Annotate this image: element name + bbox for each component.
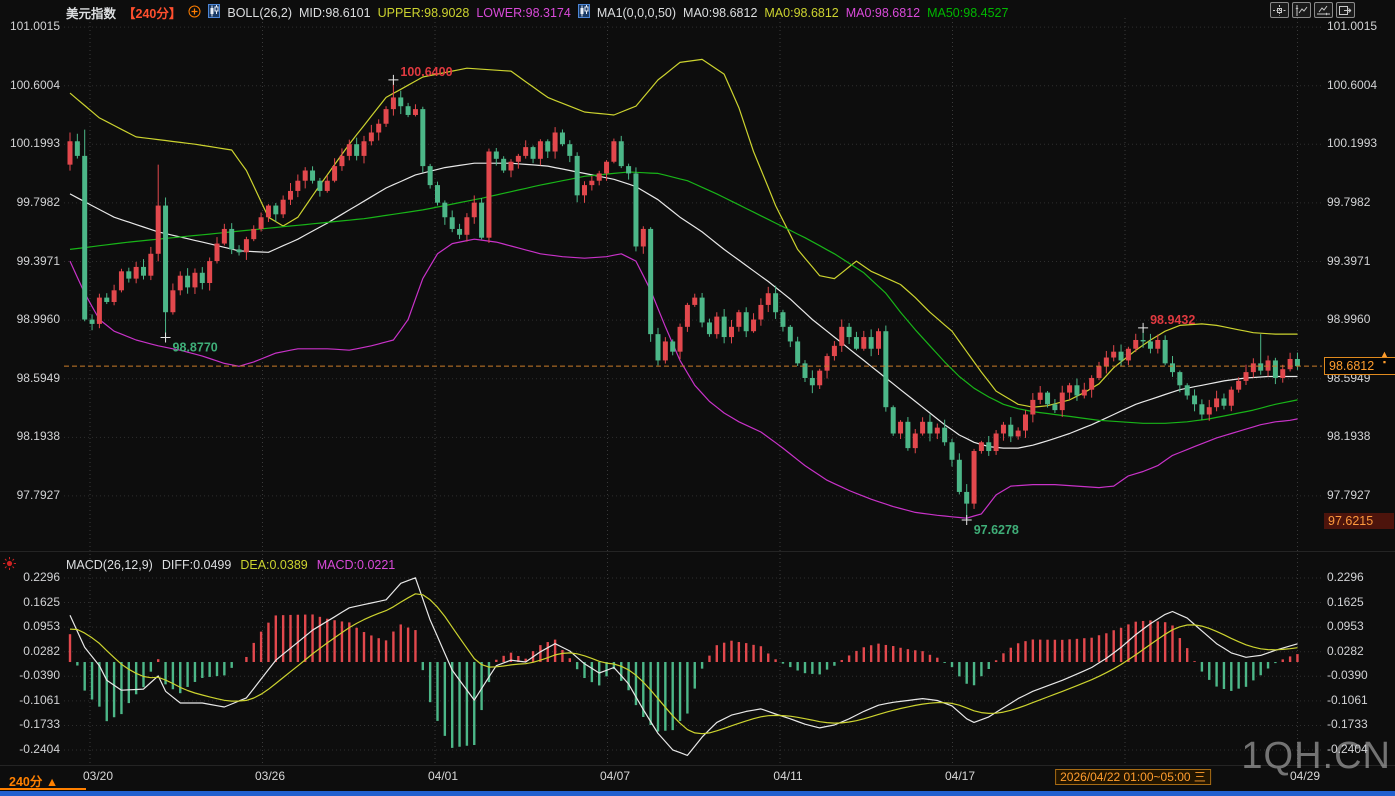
macd-macd-value: MACD:0.0221 — [317, 558, 396, 572]
macd-axis-label-right: -0.1733 — [1327, 718, 1368, 731]
main-axis-label-left: 100.1993 — [10, 137, 60, 150]
macd-axis-label-left: -0.2404 — [19, 743, 60, 756]
macd-axis-label-right: 0.0953 — [1327, 620, 1364, 633]
macd-axis-label-right: 0.1625 — [1327, 596, 1364, 609]
main-axis-label-right: 100.1993 — [1327, 137, 1377, 150]
macd-axis-label-left: 0.0282 — [23, 645, 60, 658]
price-annotation: 98.9432 — [1150, 313, 1195, 327]
main-axis-label-right: 98.9960 — [1327, 313, 1370, 326]
macd-axis-label-left: 0.1625 — [23, 596, 60, 609]
macd-axis-label-left: 0.2296 — [23, 571, 60, 584]
date-label: 04/07 — [600, 769, 630, 783]
main-axis-label-right: 100.6004 — [1327, 79, 1377, 92]
add-indicator-icon[interactable] — [188, 5, 201, 21]
date-label: 03/20 — [83, 769, 113, 783]
ma0-value-yellow: MA0:98.6812 — [764, 6, 838, 20]
candlestick-chart[interactable]: 100.6400 98.8770 98.9432 97.6278 — [0, 0, 1395, 796]
macd-axis-label-right: -0.0390 — [1327, 669, 1368, 682]
main-axis-label-left: 98.9960 — [17, 313, 60, 326]
indicator-chart-icon[interactable] — [208, 4, 220, 21]
price-annotation: 97.6278 — [974, 523, 1019, 537]
axis-divider — [0, 765, 1395, 766]
macd-diff-value: DIFF:0.0499 — [162, 558, 231, 572]
macd-axis-label-right: -0.2404 — [1327, 743, 1368, 756]
price-annotation: 98.8770 — [173, 340, 218, 354]
chart-legend-bar: 美元指数 【240分】 BOLL(26,2) MID:98.6101 UPPER… — [66, 3, 1008, 22]
main-axis-label-right: 99.7982 — [1327, 196, 1370, 209]
indicator-chart-icon[interactable] — [578, 4, 590, 21]
period-label[interactable]: 【240分】 — [123, 3, 181, 22]
date-label: 04/11 — [773, 769, 802, 783]
main-axis-label-left: 99.3971 — [17, 255, 60, 268]
main-axis-label-right: 101.0015 — [1327, 20, 1377, 33]
main-axis-label-left: 98.1938 — [17, 430, 60, 443]
selected-date-label: 2026/04/22 01:00~05:00 三 — [1055, 769, 1211, 785]
macd-dea-value: DEA:0.0389 — [240, 558, 307, 572]
trading-terminal: 100.6400 98.8770 98.9432 97.6278 美元指数 【240分… — [0, 0, 1395, 796]
date-label: 03/26 — [255, 769, 285, 783]
pane-bottom-axis-icon[interactable] — [1314, 2, 1333, 18]
boll-upper-value: UPPER:98.9028 — [378, 6, 470, 20]
main-axis-label-left: 101.0015 — [10, 20, 60, 33]
date-label: 04/17 — [945, 769, 975, 783]
pane-export-icon[interactable] — [1336, 2, 1355, 18]
boll-lower-value: LOWER:98.3174 — [476, 6, 571, 20]
price-annotation: 100.6400 — [400, 65, 452, 79]
main-axis-label-right: 99.3971 — [1327, 255, 1370, 268]
date-label: 04/01 — [428, 769, 458, 783]
macd-axis-label-right: -0.1061 — [1327, 694, 1368, 707]
ma0-value-white: MA0:98.6812 — [683, 6, 757, 20]
alert-signal-icon[interactable] — [2, 556, 17, 576]
macd-axis-label-left: -0.1733 — [19, 718, 60, 731]
macd-axis-label-left: 0.0953 — [23, 620, 60, 633]
chart-toolbar — [1270, 2, 1355, 18]
main-axis-label-right: 98.1938 — [1327, 430, 1370, 443]
macd-legend-bar: MACD(26,12,9) DIFF:0.0499 DEA:0.0389 MAC… — [66, 558, 395, 572]
active-period-underline — [0, 788, 86, 790]
main-axis-label-right: 97.7927 — [1327, 489, 1370, 502]
symbol-title: 美元指数 — [66, 3, 116, 22]
macd-axis-label-right: 0.2296 — [1327, 571, 1364, 584]
boll-label: BOLL(26,2) — [227, 6, 292, 20]
ma50-value: MA50:98.4527 — [927, 6, 1008, 20]
macd-axis-label-right: 0.0282 — [1327, 645, 1364, 658]
price-up-arrow-icon: ▲▪ — [1380, 350, 1389, 366]
pane-divider — [0, 551, 1395, 552]
ma-label: MA1(0,0,0,50) — [597, 6, 676, 20]
ma0-value-magenta: MA0:98.6812 — [846, 6, 920, 20]
main-axis-label-left: 98.5949 — [17, 372, 60, 385]
crosshair-icon[interactable] — [1270, 2, 1289, 18]
macd-axis-label-left: -0.1061 — [19, 694, 60, 707]
bottom-accent-bar — [0, 791, 1395, 796]
boll-mid-value: MID:98.6101 — [299, 6, 371, 20]
date-label: 04/29 — [1290, 769, 1320, 783]
pane-left-axis-icon[interactable] — [1292, 2, 1311, 18]
session-low-box: 97.6215 — [1324, 513, 1394, 529]
main-axis-label-left: 97.7927 — [17, 489, 60, 502]
macd-label: MACD(26,12,9) — [66, 558, 153, 572]
macd-axis-label-left: -0.0390 — [19, 669, 60, 682]
main-axis-label-left: 99.7982 — [17, 196, 60, 209]
main-axis-label-left: 100.6004 — [10, 79, 60, 92]
